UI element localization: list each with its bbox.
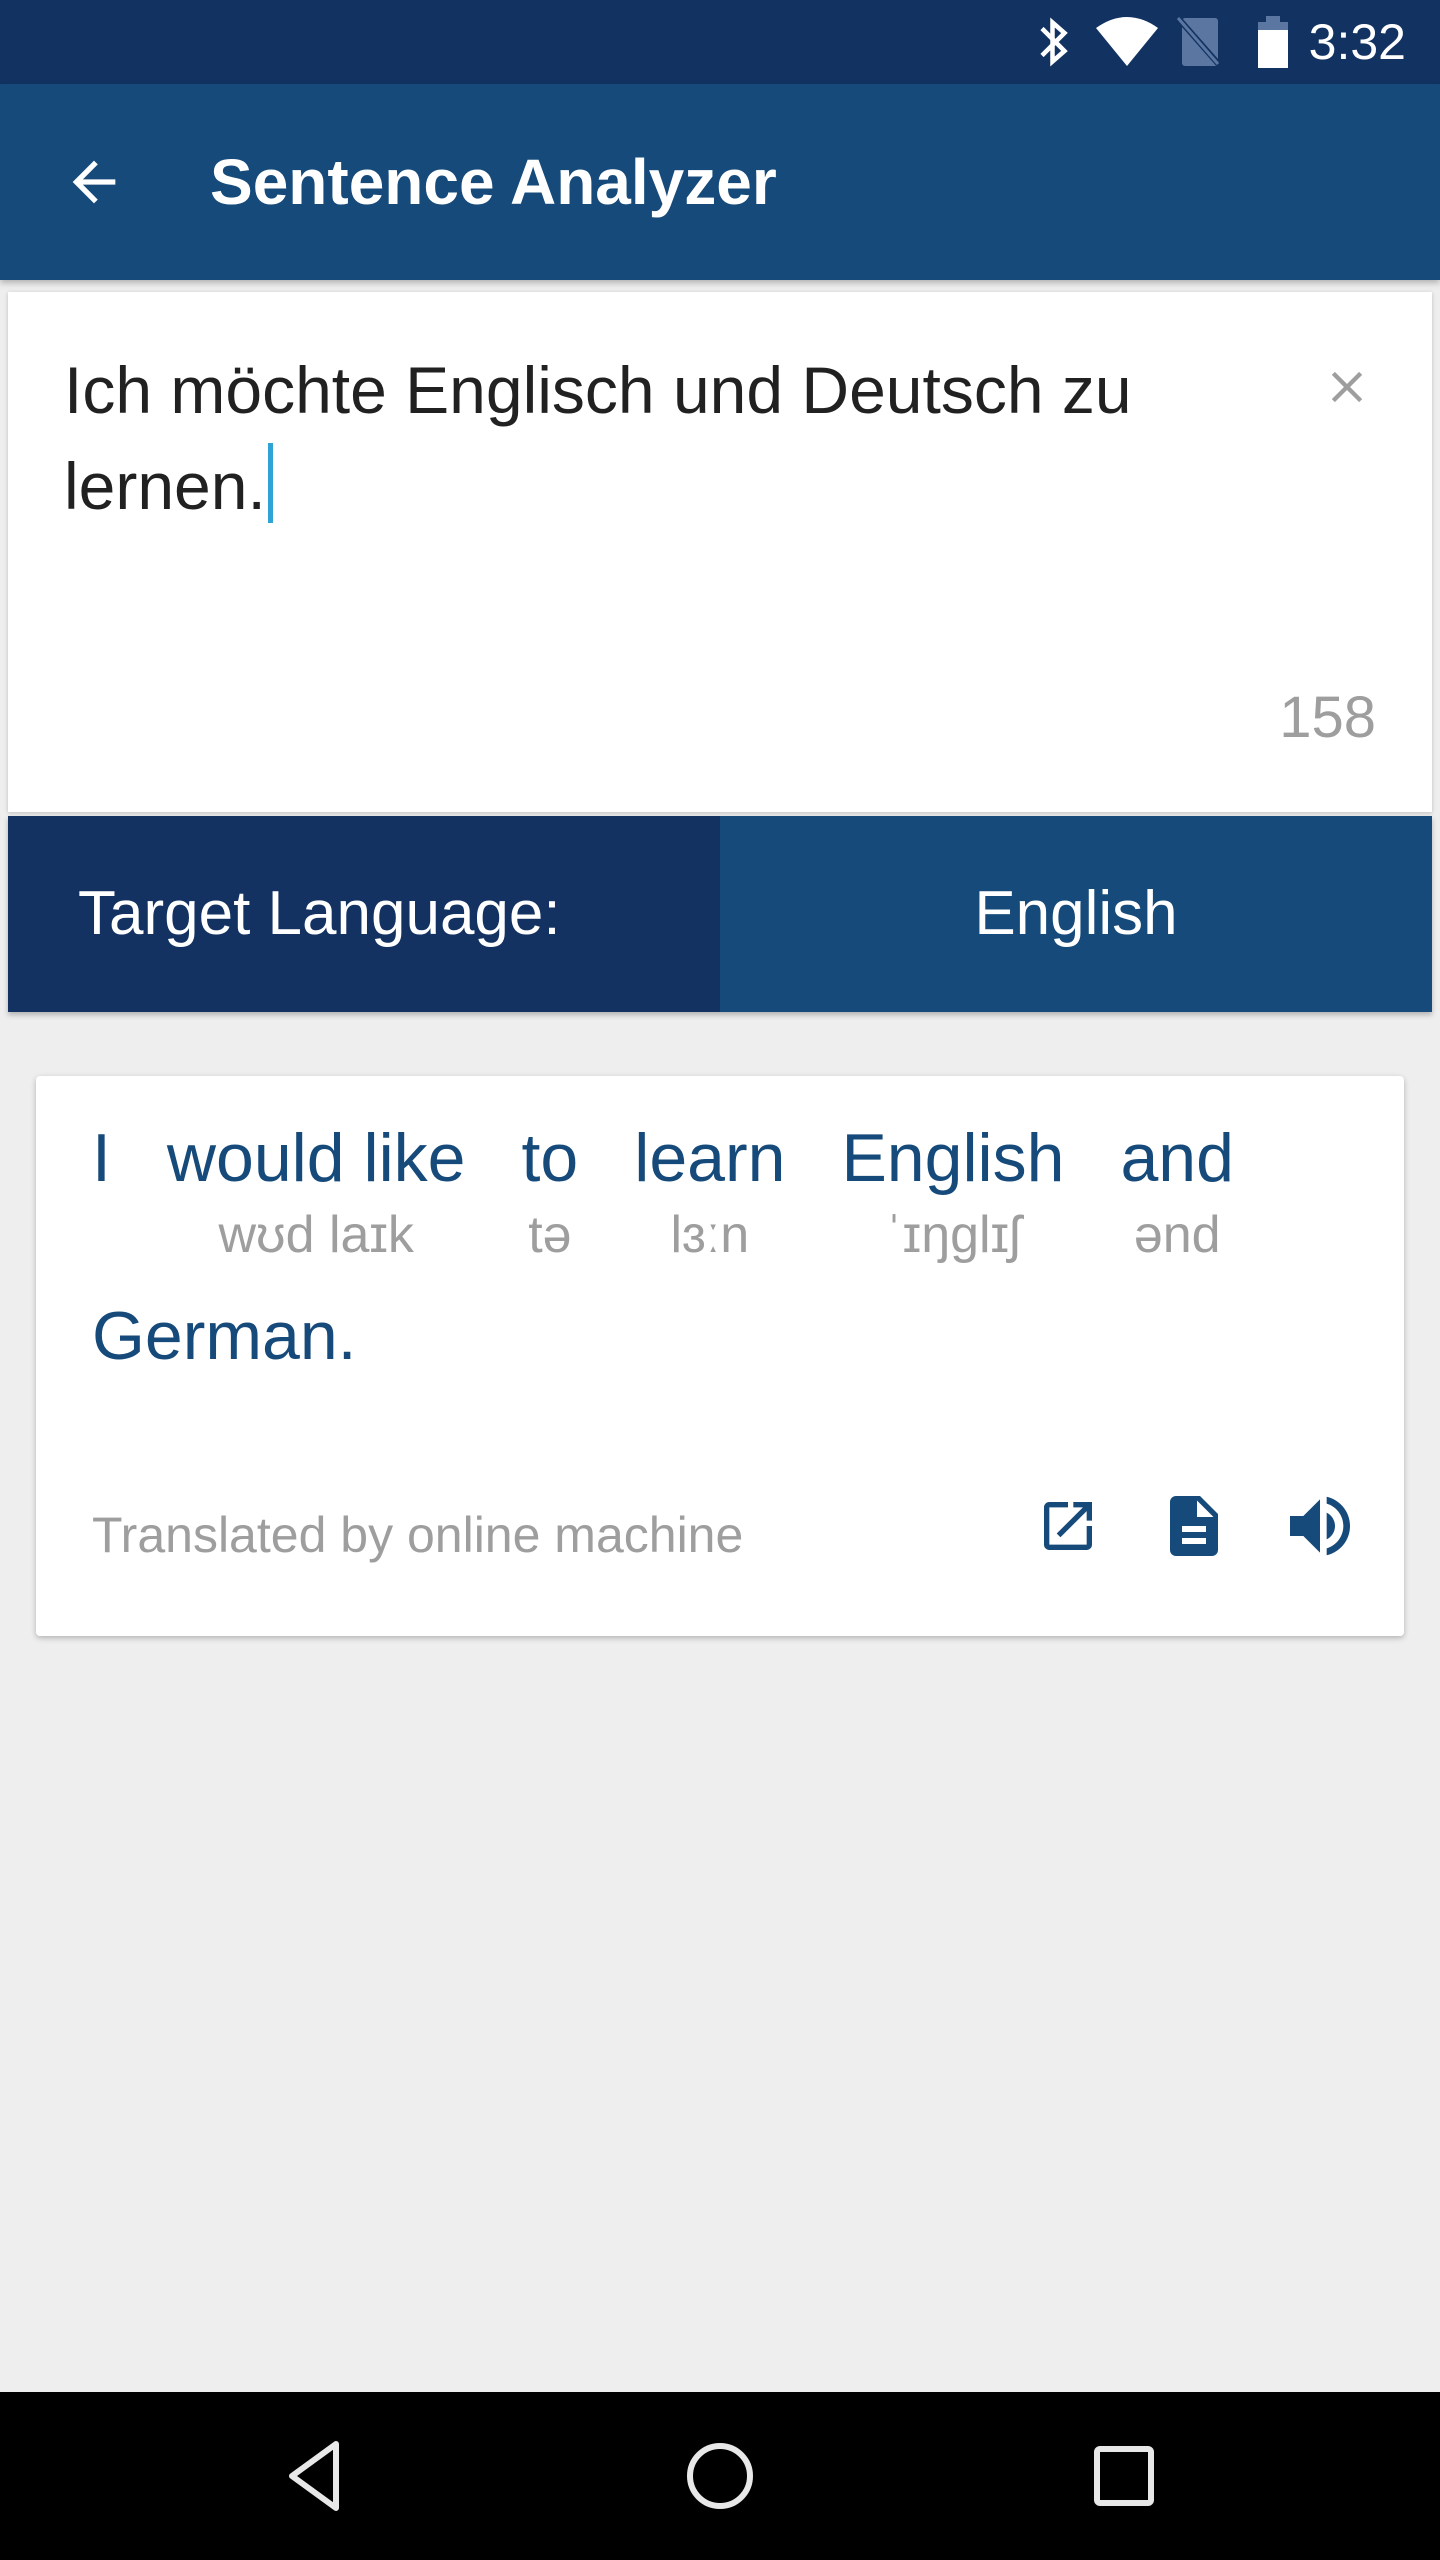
- details-button[interactable]: [1154, 1486, 1234, 1566]
- volume-icon: [1290, 1496, 1350, 1556]
- word-text: would like: [166, 1120, 466, 1196]
- no-sim-icon: [1176, 0, 1224, 84]
- bluetooth-icon: [1036, 0, 1072, 84]
- translation-result-card: I would like wʊd laɪk to tə learn lɜːn Engl…: [36, 1076, 1404, 1636]
- word-phonetic: tə: [528, 1206, 572, 1264]
- open-external-button[interactable]: [1028, 1486, 1108, 1566]
- word-text: to: [521, 1120, 579, 1196]
- word-phonetic: lɜːn: [670, 1206, 750, 1264]
- word-text: I: [92, 1120, 111, 1196]
- result-actions: [1028, 1486, 1360, 1566]
- battery-icon: [1256, 0, 1290, 84]
- word-text: German.: [92, 1298, 357, 1374]
- translation-source-note: Translated by online machine: [92, 1507, 744, 1563]
- text-caret: [267, 443, 273, 523]
- wifi-icon: [1096, 0, 1158, 84]
- home-circle-icon: [687, 2443, 753, 2509]
- word-item[interactable]: to tə: [522, 1116, 579, 1270]
- clear-button[interactable]: [1312, 352, 1382, 422]
- system-nav-bar: [0, 2392, 1440, 2560]
- arrow-left-icon: [72, 160, 116, 204]
- word-item[interactable]: English ˈɪŋglɪʃ: [841, 1116, 1064, 1270]
- page-title: Sentence Analyzer: [210, 146, 777, 218]
- back-triangle-icon: [289, 2441, 339, 2511]
- recents-square-icon: [1094, 2446, 1154, 2506]
- speak-button[interactable]: [1280, 1486, 1360, 1566]
- open-in-new-icon: [1044, 1502, 1092, 1550]
- target-language-row: Target Language: English: [8, 816, 1432, 1012]
- word-item[interactable]: and ənd: [1120, 1116, 1233, 1270]
- word-text: English: [841, 1120, 1065, 1196]
- back-button[interactable]: [54, 142, 134, 222]
- word-item[interactable]: I: [92, 1116, 111, 1270]
- word-text: and: [1120, 1120, 1234, 1196]
- word-phonetic: ˈɪŋglɪʃ: [885, 1206, 1021, 1264]
- word-list: I would like wʊd laɪk to tə learn lɜːn Engl…: [92, 1116, 1352, 1472]
- nav-recents-button[interactable]: [1074, 2426, 1174, 2526]
- target-language-label: Target Language:: [8, 816, 720, 1012]
- target-language-selector[interactable]: English: [720, 816, 1432, 1012]
- word-phonetic: wʊd laɪk: [218, 1206, 414, 1264]
- word-item[interactable]: learn lɜːn: [634, 1116, 785, 1270]
- word-phonetic: ənd: [1133, 1206, 1221, 1264]
- word-item[interactable]: German.: [92, 1294, 357, 1448]
- sentence-input-text: Ich möchte Englisch und Deutsch zu lerne…: [64, 353, 1132, 523]
- document-icon: [1170, 1496, 1218, 1556]
- word-text: learn: [634, 1120, 786, 1196]
- character-count: 158: [1279, 685, 1376, 750]
- close-icon: [1331, 371, 1363, 403]
- app-bar: Sentence Analyzer: [0, 84, 1440, 280]
- status-bar: 3:32: [0, 0, 1440, 84]
- nav-home-button[interactable]: [670, 2426, 770, 2526]
- sentence-input-card: Ich möchte Englisch und Deutsch zu lerne…: [8, 292, 1432, 812]
- word-item[interactable]: would like wʊd laɪk: [167, 1116, 466, 1270]
- nav-back-button[interactable]: [266, 2426, 366, 2526]
- sentence-input[interactable]: Ich möchte Englisch und Deutsch zu lerne…: [64, 342, 1204, 534]
- status-time: 3:32: [1308, 14, 1406, 70]
